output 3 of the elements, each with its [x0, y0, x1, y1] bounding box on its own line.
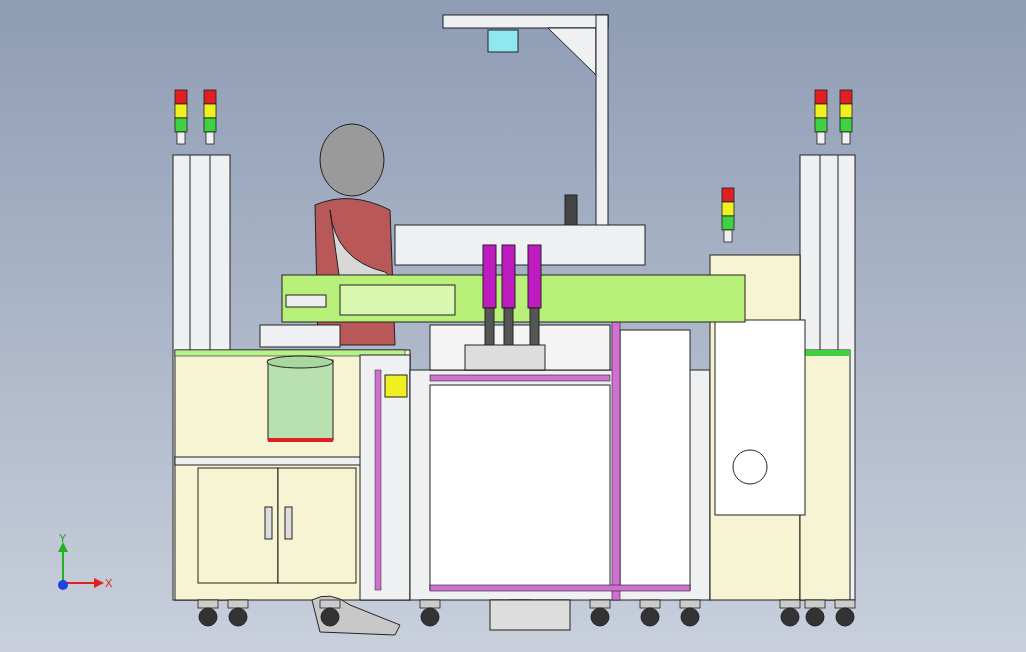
- axis-label: X: [105, 577, 113, 589]
- axis-triad-icon: [58, 542, 104, 590]
- axis-label: Y: [59, 532, 67, 544]
